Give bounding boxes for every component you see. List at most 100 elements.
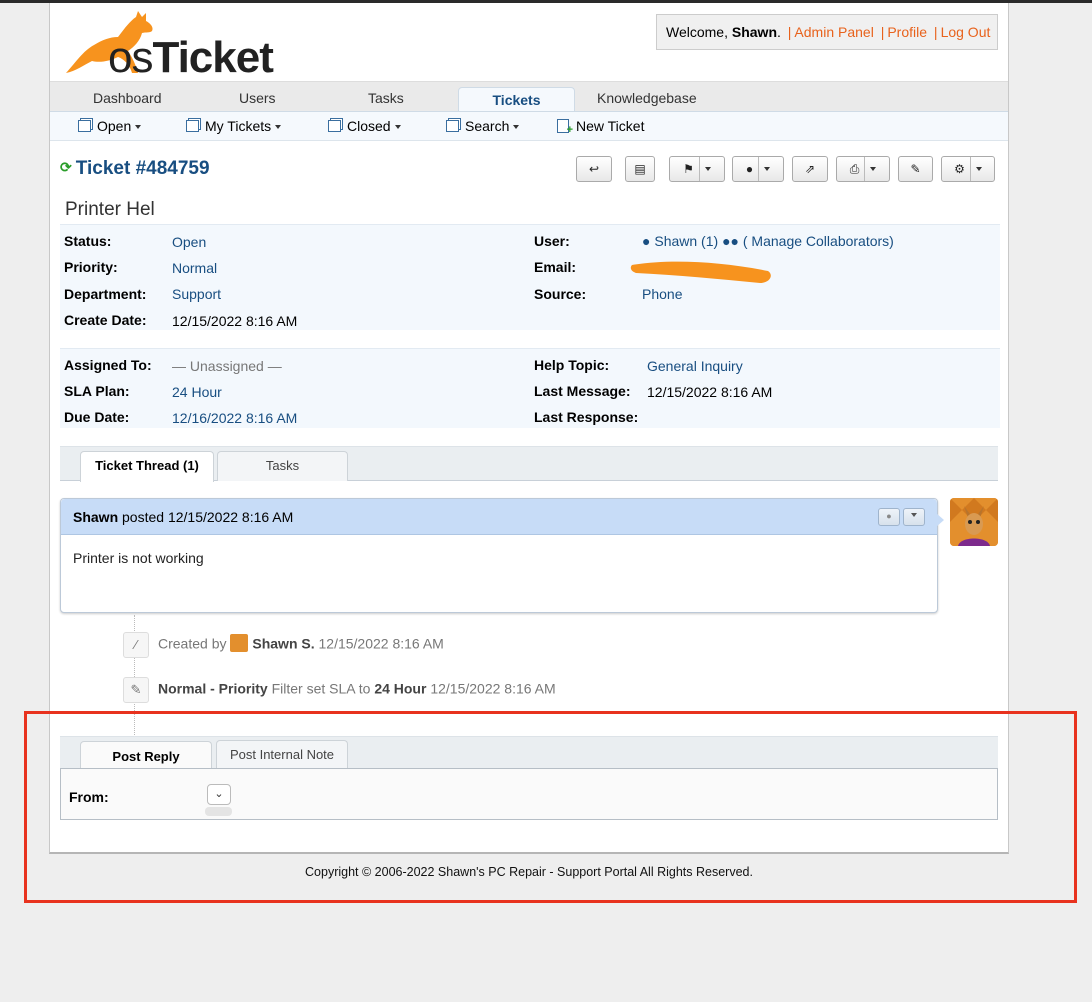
status-label: Status: <box>64 233 112 249</box>
tab-knowledgebase[interactable]: Knowledgebase <box>597 90 697 106</box>
search-menu[interactable]: Search <box>446 118 520 134</box>
separator: | <box>787 24 792 40</box>
gear-icon: ⚙ <box>954 162 965 176</box>
caret-down-icon <box>704 167 711 171</box>
admin-panel-link[interactable]: Admin Panel <box>794 24 873 40</box>
assigned-value[interactable]: — Unassigned — <box>172 358 282 374</box>
new-ticket-link[interactable]: New Ticket <box>557 118 644 136</box>
tickets-icon <box>328 120 341 132</box>
refresh-icon[interactable]: ⟳ <box>60 159 72 175</box>
manage-collaborators-link[interactable]: ( Manage Collaborators) <box>743 233 894 249</box>
ticket-title[interactable]: ⟳ Ticket #484759 <box>60 158 210 180</box>
caret-down-icon <box>764 167 771 171</box>
caret-down-icon <box>135 125 142 129</box>
user-label: User: <box>534 233 570 249</box>
caret-down-icon <box>513 125 520 129</box>
tab-users[interactable]: Users <box>239 90 276 106</box>
thread-entry-header: Shawn posted 12/15/2022 8:16 AM ● <box>61 499 937 535</box>
flag-button[interactable]: ⚑ <box>669 156 725 182</box>
entry-pointer <box>936 513 944 527</box>
sla-label: SLA Plan: <box>64 383 130 399</box>
osticket-logo[interactable]: osTicket <box>58 7 274 82</box>
tab-tasks[interactable]: Tasks <box>368 90 404 106</box>
source-value[interactable]: Phone <box>642 286 682 302</box>
flag-icon: ⚑ <box>683 162 694 176</box>
separator: | <box>880 24 885 40</box>
caret-down-icon <box>911 513 917 517</box>
assigned-label: Assigned To: <box>64 357 152 373</box>
avatar <box>230 633 249 652</box>
entry-user-button[interactable]: ● <box>878 508 900 526</box>
collaborators-icon: ●● <box>722 233 739 249</box>
settings-button[interactable]: ⚙ <box>941 156 995 182</box>
closed-tickets-menu[interactable]: Closed <box>328 118 401 134</box>
department-value[interactable]: Support <box>172 286 221 302</box>
caret-down-icon <box>394 125 401 129</box>
last-response-label: Last Response: <box>534 409 639 425</box>
assign-button[interactable]: ● <box>732 156 784 182</box>
help-topic-value[interactable]: General Inquiry <box>647 358 743 374</box>
welcome-user: Shawn <box>731 24 777 40</box>
note-button[interactable]: ▤ <box>625 156 655 182</box>
welcome-box: Welcome, Shawn. | Admin Panel | Profile | L… <box>656 14 998 50</box>
log-out-link[interactable]: Log Out <box>941 24 991 40</box>
transfer-button[interactable]: ⇗ <box>792 156 828 182</box>
print-button[interactable]: ⎙ <box>836 156 890 182</box>
open-tickets-menu[interactable]: Open <box>78 118 142 134</box>
event-created: ⁄ Created by Shawn S. 12/15/2022 8:16 AM <box>123 632 444 658</box>
pencil-icon: ✎ <box>123 677 149 703</box>
avatar <box>950 498 998 546</box>
user-icon: ● <box>642 233 651 249</box>
create-date-label: Create Date: <box>64 312 147 328</box>
profile-link[interactable]: Profile <box>887 24 927 40</box>
my-tickets-menu[interactable]: My Tickets <box>186 118 282 134</box>
user-icon: ● <box>745 162 754 176</box>
priority-label: Priority: <box>64 259 118 275</box>
sub-nav: Open My Tickets Closed Search New Ticket <box>50 111 1008 141</box>
kangaroo-avatar-icon <box>950 498 998 546</box>
last-message-value: 12/15/2022 8:16 AM <box>647 384 773 400</box>
new-ticket-icon <box>557 119 573 136</box>
entry-body: Printer is not working <box>73 550 204 566</box>
separator: | <box>933 24 938 40</box>
entry-options-button[interactable] <box>903 508 925 526</box>
priority-value[interactable]: Normal <box>172 260 217 276</box>
tab-tickets[interactable]: Tickets <box>458 87 575 113</box>
share-icon: ⇗ <box>804 162 816 176</box>
last-message-label: Last Message: <box>534 383 631 399</box>
thread-entry: Shawn posted 12/15/2022 8:16 AM ● Printe… <box>60 498 938 613</box>
department-label: Department: <box>64 286 147 302</box>
search-tickets-icon <box>446 120 459 132</box>
create-date-value: 12/15/2022 8:16 AM <box>172 313 298 329</box>
tab-ticket-thread[interactable]: Ticket Thread (1) <box>80 451 214 482</box>
entry-author: Shawn <box>73 509 119 525</box>
highlight-annotation <box>24 711 1077 903</box>
entry-date: 12/15/2022 8:16 AM <box>167 509 294 525</box>
tickets-icon <box>186 120 199 132</box>
tab-dashboard[interactable]: Dashboard <box>93 90 162 106</box>
event-sla: ✎ Normal - Priority Filter set SLA to 24 … <box>123 677 556 703</box>
user-value: ● Shawn (1) ●● ( Manage Collaborators) <box>642 233 894 249</box>
welcome-prefix: Welcome, <box>666 24 732 40</box>
due-date-value[interactable]: 12/16/2022 8:16 AM <box>172 410 297 426</box>
magic-wand-icon: ⁄ <box>123 632 149 658</box>
reply-button[interactable]: ↩ <box>576 156 612 182</box>
caret-down-icon <box>275 125 282 129</box>
print-icon: ⎙ <box>849 162 860 176</box>
tab-tasks[interactable]: Tasks <box>217 451 348 481</box>
caret-down-icon <box>870 167 877 171</box>
thread-tabs: Ticket Thread (1) Tasks <box>60 446 998 482</box>
help-topic-label: Help Topic: <box>534 357 610 373</box>
caret-down-icon <box>975 167 982 171</box>
redaction-scribble <box>630 261 771 283</box>
ticket-info-panel: Status: Open Priority: Normal Department… <box>60 224 1000 330</box>
email-label: Email: <box>534 259 577 275</box>
user-icon: ● <box>886 511 892 521</box>
sla-value[interactable]: 24 Hour <box>172 384 222 400</box>
status-value[interactable]: Open <box>172 234 206 250</box>
tickets-icon <box>78 120 91 132</box>
source-label: Source: <box>534 286 587 302</box>
edit-button[interactable]: ✎ <box>898 156 933 182</box>
edit-icon: ✎ <box>910 162 921 176</box>
user-link[interactable]: Shawn (1) <box>654 233 718 249</box>
